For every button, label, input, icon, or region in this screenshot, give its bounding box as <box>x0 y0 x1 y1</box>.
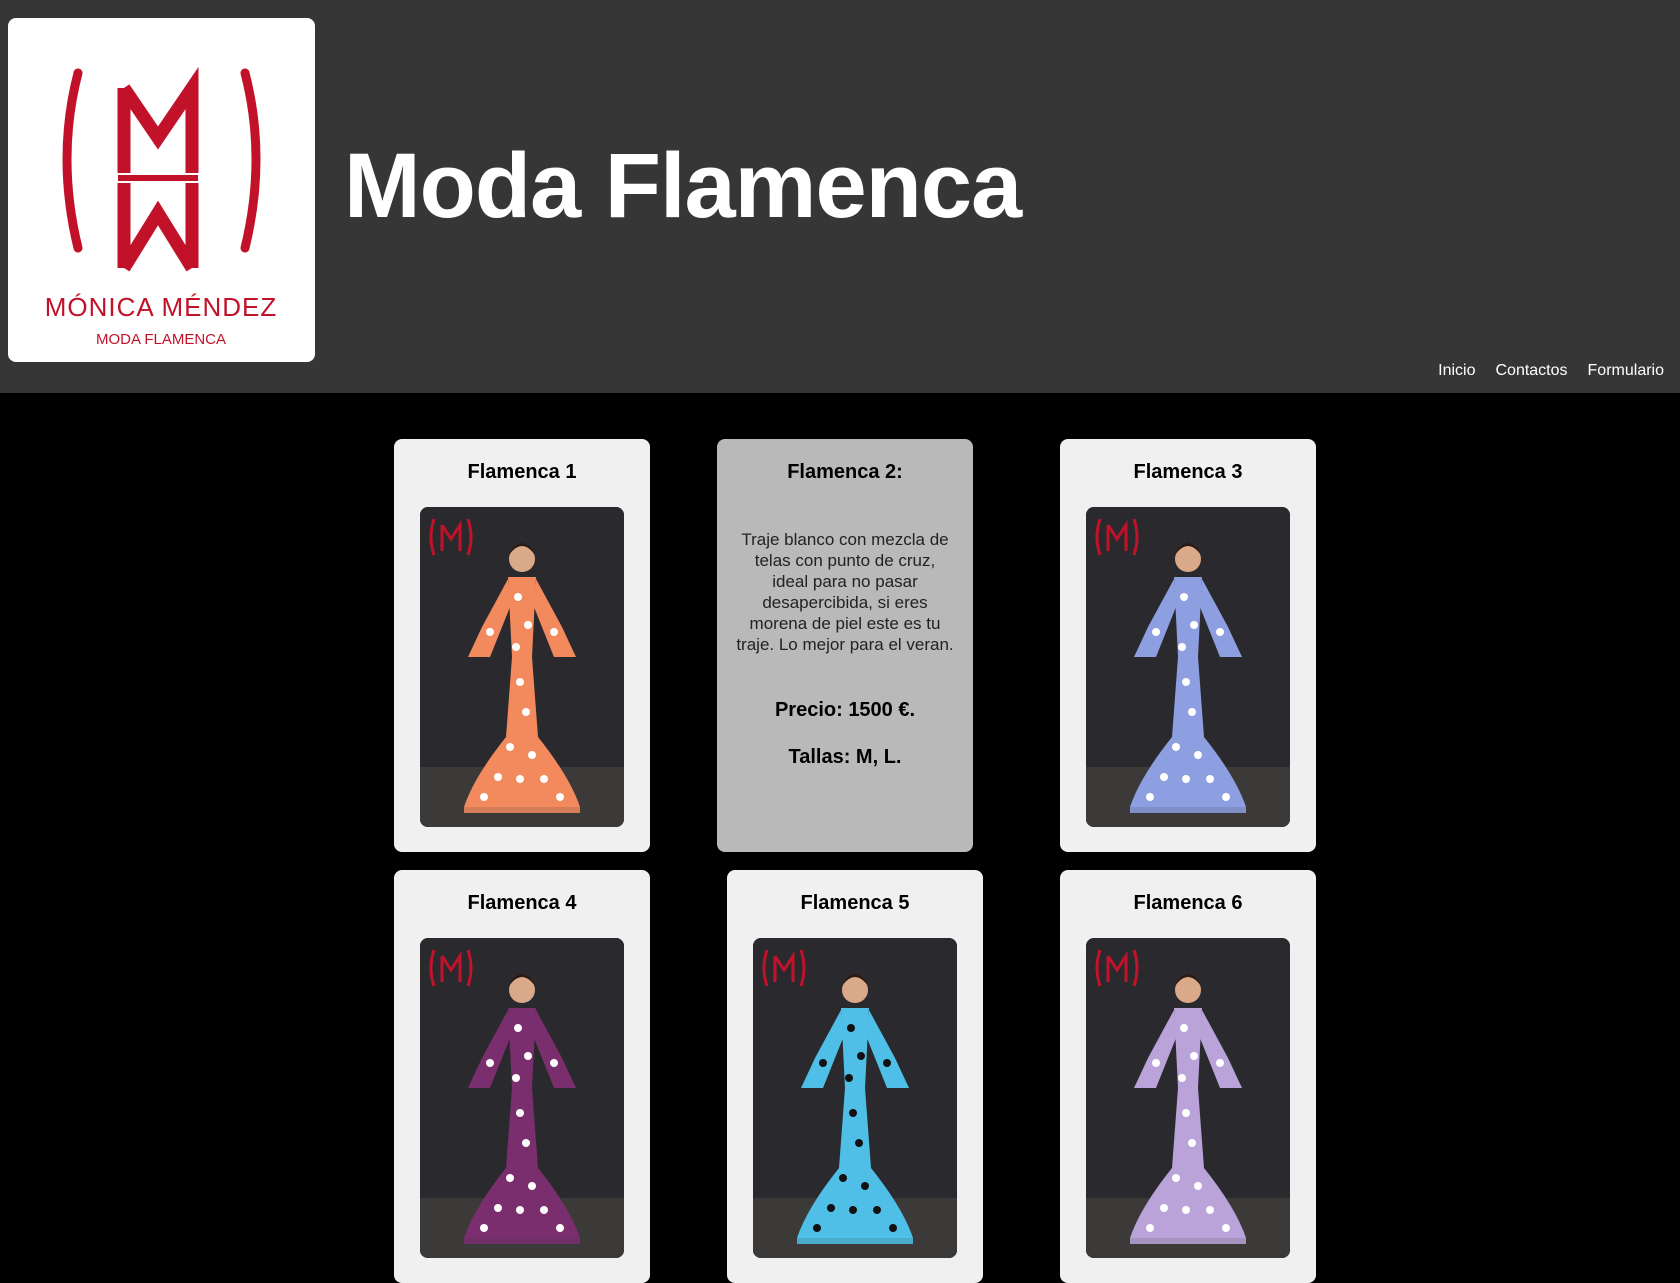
nav-item-contactos[interactable]: Contactos <box>1495 362 1567 380</box>
product-title: Flamenca 4 <box>467 892 577 914</box>
dress-model-icon <box>1086 507 1290 827</box>
product-photo[interactable] <box>1086 938 1290 1258</box>
product-card-3[interactable]: Flamenca 3 <box>1060 439 1316 852</box>
brand-name: MÓNICA MÉNDEZ <box>45 292 278 322</box>
product-photo[interactable] <box>1086 507 1290 827</box>
brand-tagline: MODA FLAMENCA <box>96 331 226 348</box>
product-title: Flamenca 3 <box>1133 461 1243 483</box>
product-card-4[interactable]: Flamenca 4 <box>394 870 650 1283</box>
dress-model-icon <box>420 507 624 827</box>
product-card-1[interactable]: Flamenca 1 <box>394 439 650 852</box>
product-card-6[interactable]: Flamenca 6 <box>1060 870 1316 1283</box>
main-nav: Inicio Contactos Formulario <box>1438 362 1664 380</box>
product-photo[interactable] <box>420 938 624 1258</box>
product-card-5[interactable]: Flamenca 5 <box>727 870 983 1283</box>
product-sizes: Tallas: M, L. <box>788 746 902 768</box>
product-title: Flamenca 6 <box>1133 892 1243 914</box>
site-title: Moda Flamenca <box>344 135 1022 237</box>
dress-model-icon <box>753 938 957 1258</box>
product-photo[interactable] <box>420 507 624 827</box>
product-description: Traje blanco con mezcla de telas con pun… <box>736 530 954 654</box>
dress-model-icon <box>1086 938 1290 1258</box>
product-card-2[interactable]: Flamenca 2: Traje blanco con mezcla de t… <box>717 439 973 852</box>
product-title: Flamenca 1 <box>467 461 577 483</box>
product-photo[interactable] <box>753 938 957 1258</box>
site-header: MÓNICA MÉNDEZ MODA FLAMENCA Moda Flamenc… <box>0 0 1680 393</box>
monogram-logo-icon: MÓNICA MÉNDEZ MODA FLAMENCA <box>45 66 278 348</box>
nav-item-inicio[interactable]: Inicio <box>1438 362 1475 380</box>
product-price: Precio: 1500 €. <box>774 699 916 721</box>
dress-model-icon <box>420 938 624 1258</box>
brand-logo[interactable]: MÓNICA MÉNDEZ MODA FLAMENCA <box>8 18 315 362</box>
product-title: Flamenca 2: <box>787 461 903 483</box>
product-title: Flamenca 5 <box>800 892 910 914</box>
nav-item-formulario[interactable]: Formulario <box>1588 362 1664 380</box>
